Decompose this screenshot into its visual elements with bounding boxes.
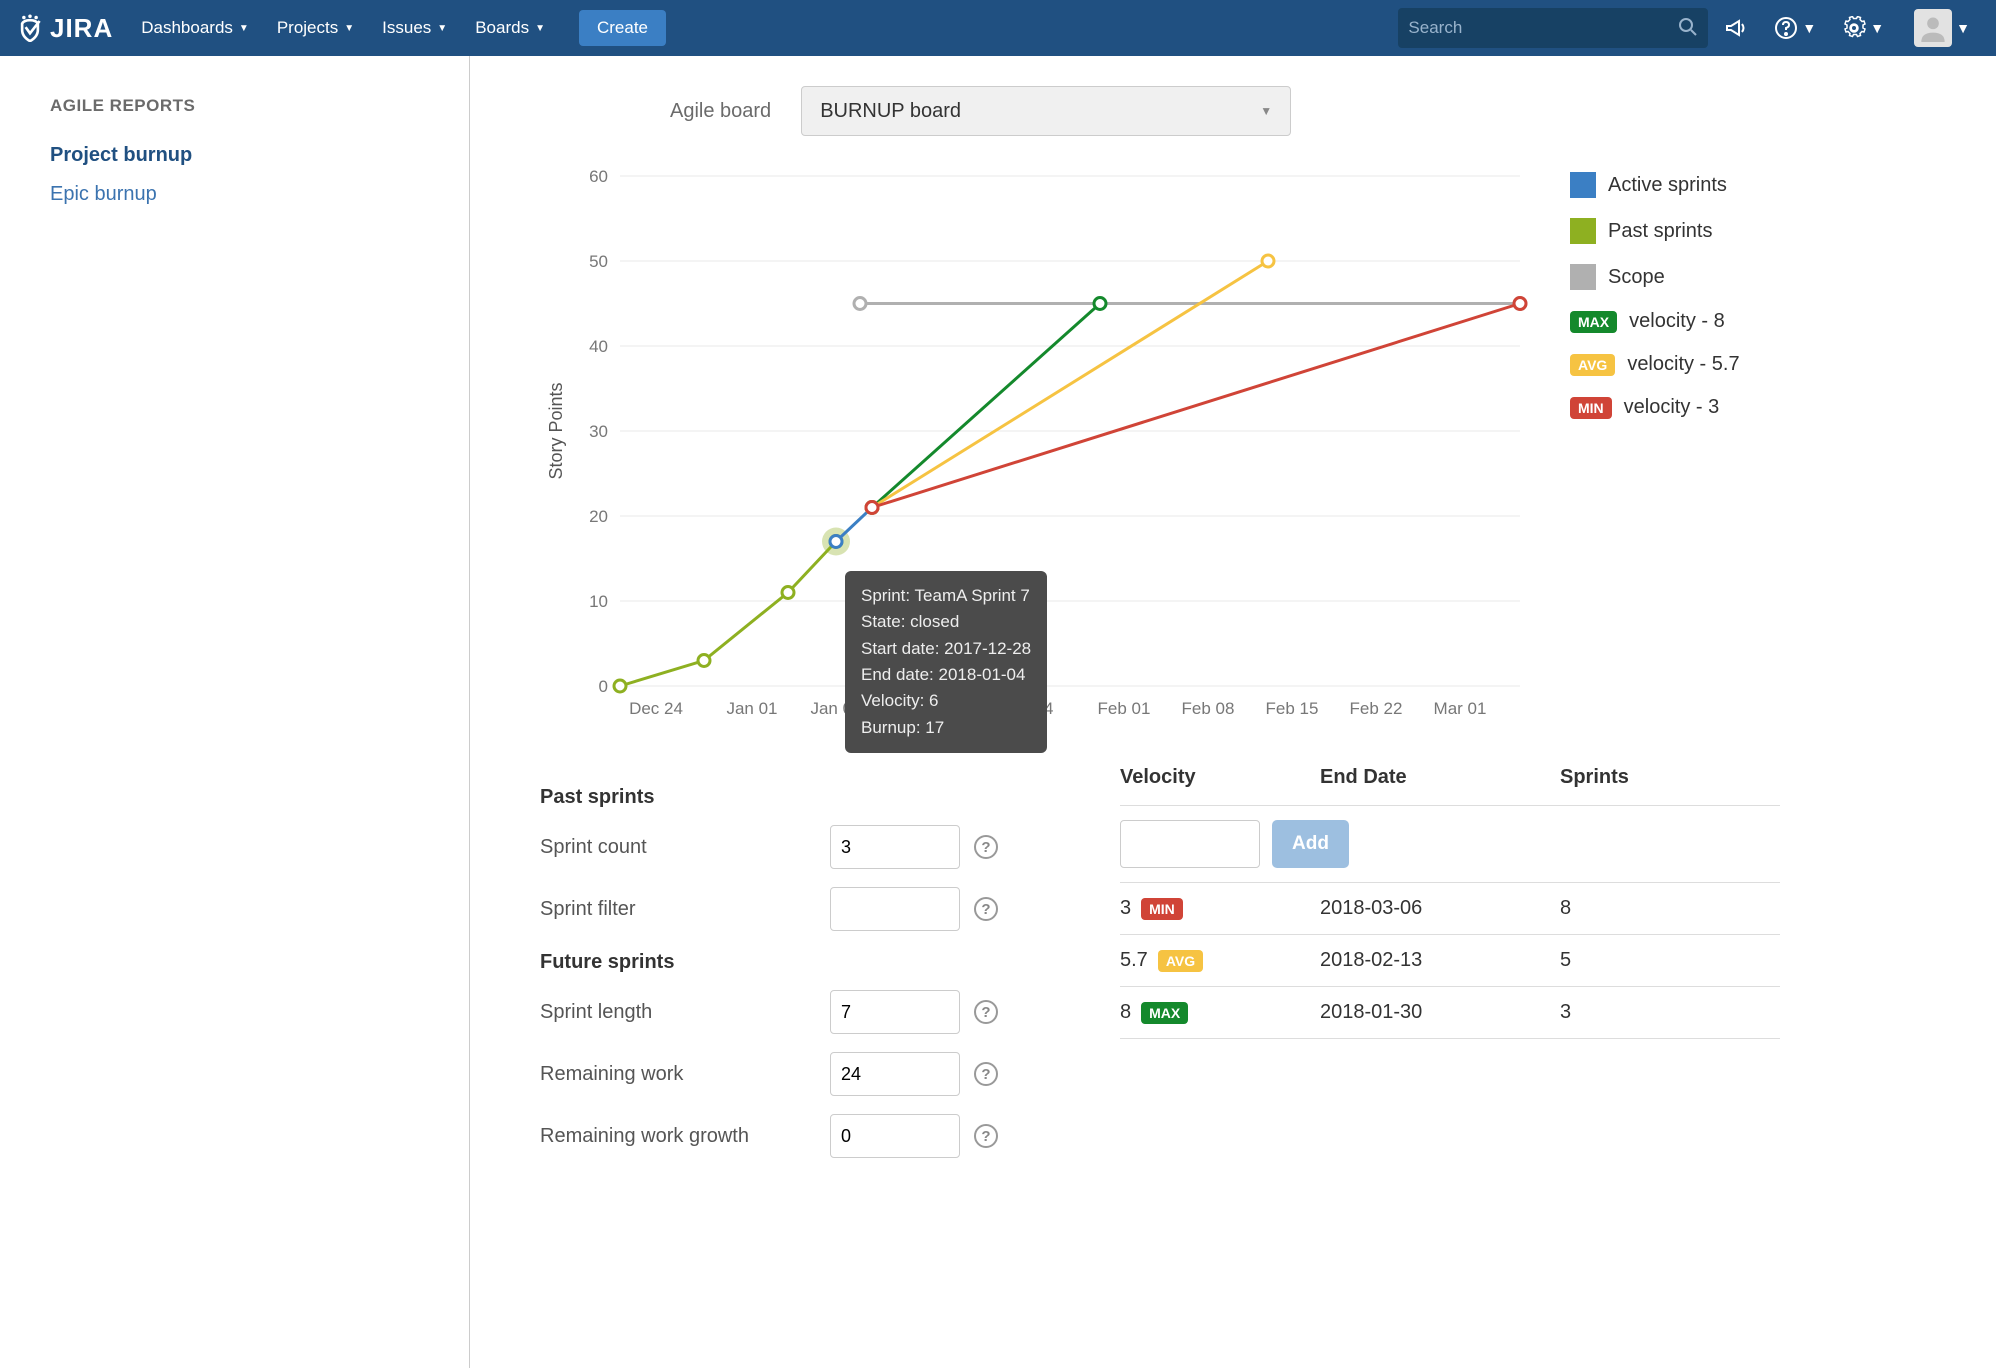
- jira-logo[interactable]: JIRA: [16, 13, 113, 44]
- help-icon[interactable]: ?: [974, 897, 998, 921]
- svg-text:40: 40: [589, 337, 608, 356]
- top-nav: JIRA Dashboards▼Projects▼Issues▼Boards▼ …: [0, 0, 1996, 56]
- nav-projects[interactable]: Projects▼: [263, 12, 368, 44]
- sidebar-heading: AGILE REPORTS: [50, 96, 439, 116]
- remaining-growth-label: Remaining work growth: [540, 1123, 830, 1149]
- svg-text:10: 10: [589, 592, 608, 611]
- th-end-date: End Date: [1320, 766, 1560, 789]
- avg-badge: AVG: [1158, 950, 1203, 972]
- future-sprints-heading: Future sprints: [540, 951, 1020, 974]
- svg-text:Feb 15: Feb 15: [1266, 699, 1319, 718]
- sidebar-item-epic-burnup[interactable]: Epic burnup: [50, 175, 439, 214]
- past-sprints-heading: Past sprints: [540, 786, 1020, 809]
- caret-down-icon: ▼: [1802, 20, 1816, 36]
- add-button[interactable]: Add: [1272, 820, 1349, 868]
- nav-boards[interactable]: Boards▼: [461, 12, 559, 44]
- legend-max[interactable]: MAXvelocity - 8: [1570, 310, 1740, 333]
- table-row: 8MAX2018-01-303: [1120, 987, 1780, 1039]
- velocity-table: Velocity End Date Sprints Add 3MIN2018-0…: [1120, 766, 1780, 1176]
- caret-down-icon: ▼: [1870, 20, 1884, 36]
- jira-logo-icon: [16, 14, 44, 42]
- avg-badge: AVG: [1570, 354, 1615, 376]
- remaining-growth-input[interactable]: [830, 1114, 960, 1158]
- caret-down-icon: ▼: [1956, 20, 1970, 36]
- min-badge: MIN: [1141, 898, 1183, 920]
- help-icon[interactable]: ?: [974, 835, 998, 859]
- avatar-icon: [1914, 9, 1952, 47]
- max-badge: MAX: [1570, 311, 1617, 333]
- svg-text:30: 30: [589, 422, 608, 441]
- sidebar: AGILE REPORTS Project burnupEpic burnup: [0, 56, 470, 1368]
- remaining-work-label: Remaining work: [540, 1061, 830, 1087]
- board-selected: BURNUP board: [820, 100, 961, 123]
- svg-text:Dec 24: Dec 24: [629, 699, 683, 718]
- legend-scope[interactable]: Scope: [1570, 264, 1740, 290]
- svg-text:0: 0: [599, 677, 608, 696]
- sprint-params: Past sprints Sprint count ? Sprint filte…: [540, 766, 1020, 1176]
- th-velocity: Velocity: [1120, 766, 1320, 789]
- th-sprints: Sprints: [1560, 766, 1780, 789]
- user-menu[interactable]: ▼: [1900, 3, 1980, 53]
- help-icon[interactable]: ?: [974, 1000, 998, 1024]
- help-icon[interactable]: ?: [974, 1062, 998, 1086]
- svg-text:Jan 01: Jan 01: [726, 699, 777, 718]
- legend-avg[interactable]: AVGvelocity - 5.7: [1570, 353, 1740, 376]
- table-row: 3MIN2018-03-068: [1120, 883, 1780, 935]
- velocity-add-input[interactable]: [1120, 820, 1260, 868]
- legend-min[interactable]: MINvelocity - 3: [1570, 396, 1740, 419]
- sprint-count-input[interactable]: [830, 825, 960, 869]
- help-icon[interactable]: ?: [974, 1124, 998, 1148]
- sprint-filter-label: Sprint filter: [540, 896, 830, 922]
- caret-down-icon: ▼: [1260, 104, 1272, 118]
- legend-active-sprints[interactable]: Active sprints: [1570, 172, 1740, 198]
- remaining-work-input[interactable]: [830, 1052, 960, 1096]
- main-content: Agile board BURNUP board ▼ 0 10 20 30 40 50 60…: [470, 56, 1996, 1368]
- board-label: Agile board: [670, 100, 771, 123]
- caret-down-icon: ▼: [535, 23, 545, 34]
- board-select[interactable]: BURNUP board ▼: [801, 86, 1291, 136]
- table-row: 5.7AVG2018-02-135: [1120, 935, 1780, 987]
- search-input[interactable]: [1408, 18, 1678, 38]
- max-badge: MAX: [1141, 1002, 1188, 1024]
- search-icon: [1678, 17, 1698, 40]
- svg-text:Mar 01: Mar 01: [1434, 699, 1487, 718]
- sprint-count-label: Sprint count: [540, 834, 830, 860]
- chart-tooltip: Sprint: TeamA Sprint 7 State: closed Sta…: [845, 571, 1047, 753]
- settings-icon[interactable]: ▼: [1832, 10, 1894, 46]
- nav-dashboards[interactable]: Dashboards▼: [127, 12, 263, 44]
- nav-issues[interactable]: Issues▼: [368, 12, 461, 44]
- caret-down-icon: ▼: [344, 23, 354, 34]
- svg-text:50: 50: [589, 252, 608, 271]
- legend-past-sprints[interactable]: Past sprints: [1570, 218, 1740, 244]
- swatch-icon: [1570, 218, 1596, 244]
- caret-down-icon: ▼: [239, 23, 249, 34]
- sidebar-item-project-burnup[interactable]: Project burnup: [50, 136, 439, 175]
- megaphone-icon[interactable]: [1714, 10, 1758, 46]
- svg-text:60: 60: [589, 167, 608, 186]
- search-box[interactable]: [1398, 8, 1708, 48]
- svg-text:Feb 08: Feb 08: [1182, 699, 1235, 718]
- sprint-length-input[interactable]: [830, 990, 960, 1034]
- sprint-filter-input[interactable]: [830, 887, 960, 931]
- svg-text:Feb 01: Feb 01: [1098, 699, 1151, 718]
- burnup-chart[interactable]: 0102030405060Dec 24Jan 01Jan 08Jan 16Jan…: [540, 166, 1540, 746]
- chart-legend: Active sprints Past sprints Scope MAXvel…: [1570, 166, 1740, 746]
- sprint-length-label: Sprint length: [540, 999, 830, 1025]
- min-badge: MIN: [1570, 397, 1612, 419]
- swatch-icon: [1570, 264, 1596, 290]
- svg-text:20: 20: [589, 507, 608, 526]
- svg-text:Feb 22: Feb 22: [1350, 699, 1403, 718]
- brand-text: JIRA: [50, 13, 113, 44]
- help-icon[interactable]: ▼: [1764, 10, 1826, 46]
- swatch-icon: [1570, 172, 1596, 198]
- caret-down-icon: ▼: [437, 23, 447, 34]
- create-button[interactable]: Create: [579, 10, 666, 46]
- svg-text:Story Points: Story Points: [546, 382, 566, 479]
